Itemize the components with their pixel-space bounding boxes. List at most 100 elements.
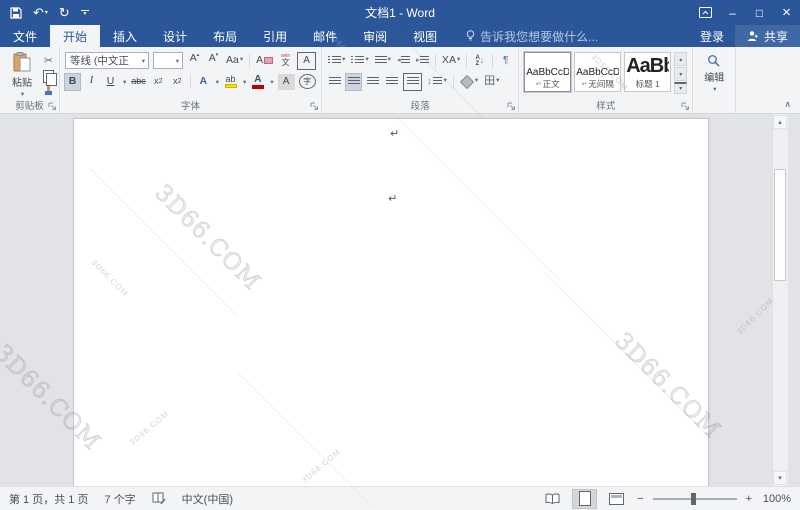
character-shading-button[interactable]: A	[278, 74, 295, 90]
bullets-button[interactable]: ▾	[327, 53, 346, 69]
enclose-characters-button[interactable]: 字	[299, 74, 316, 89]
decrease-indent-button[interactable]: ◂	[396, 53, 411, 69]
text-effects-button[interactable]: A	[196, 74, 211, 90]
minimize-button[interactable]: –	[719, 0, 746, 25]
font-color-button[interactable]: A	[250, 74, 265, 90]
proofing-status-button[interactable]	[152, 492, 166, 505]
format-painter-button[interactable]	[44, 86, 54, 96]
show-hide-marks-button[interactable]: ¶	[498, 53, 513, 69]
sort-button[interactable]: AZ↓	[472, 53, 487, 69]
subscript-button[interactable]: x2	[151, 74, 166, 90]
justify-button[interactable]	[384, 74, 399, 90]
undo-button[interactable]: ↶▾	[33, 6, 48, 19]
zoom-slider-thumb[interactable]	[691, 493, 696, 505]
grow-font-button[interactable]: A▴	[187, 53, 202, 69]
sign-in-button[interactable]: 登录	[689, 25, 735, 47]
page-indicator[interactable]: 第 1 页，共 1 页	[9, 491, 88, 507]
tab-file[interactable]: 文件	[0, 25, 50, 47]
clear-formatting-button[interactable]: A	[255, 53, 274, 69]
paste-button[interactable]: 粘贴 ▾	[5, 52, 39, 100]
collapse-ribbon-button[interactable]: ∧	[784, 99, 791, 110]
italic-button[interactable]: I	[84, 74, 99, 90]
shrink-font-button[interactable]: A▾	[206, 53, 221, 69]
lines-icon	[401, 56, 410, 65]
tab-layout[interactable]: 布局	[200, 25, 250, 47]
bold-button[interactable]: B	[65, 74, 80, 90]
style-label: 标题 1	[636, 78, 660, 90]
shading-button[interactable]: ▾	[459, 74, 479, 90]
line-spacing-button[interactable]: ↕▾	[426, 74, 448, 90]
lightbulb-icon	[466, 30, 475, 42]
styles-more-button[interactable]: ▾	[674, 82, 687, 94]
paste-dropdown-icon: ▾	[21, 90, 24, 98]
ribbon-display-options-button[interactable]	[692, 0, 719, 25]
text-effects-dropdown-icon[interactable]: ▾	[216, 78, 219, 86]
tellme-search[interactable]: 告诉我您想要做什么...	[450, 25, 598, 47]
paragraph-mark: ↵	[388, 192, 397, 205]
editing-button[interactable]: 编辑 ▾	[698, 52, 730, 100]
save-button[interactable]	[10, 7, 22, 19]
numbering-button[interactable]: ▾	[350, 53, 369, 69]
web-layout-button[interactable]	[605, 490, 628, 508]
maximize-button[interactable]: □	[746, 0, 773, 25]
zoom-in-button[interactable]: +	[746, 493, 752, 505]
zoom-percentage[interactable]: 100%	[761, 493, 791, 505]
borders-button[interactable]: 田▾	[483, 74, 500, 90]
font-color-dropdown-icon[interactable]: ▾	[270, 78, 273, 86]
scroll-down-button[interactable]: ▾	[773, 471, 787, 485]
read-mode-button[interactable]	[541, 490, 564, 508]
styles-dialog-launcher[interactable]	[681, 102, 690, 111]
phonetic-guide-button[interactable]: wén文	[278, 53, 293, 69]
style-heading-1[interactable]: AaBbCcDd 标题 1	[624, 52, 671, 92]
font-name-select[interactable]: 等线 (中文正▾	[65, 52, 149, 69]
styles-scroll-up-button[interactable]: ▴	[674, 52, 687, 66]
align-right-button[interactable]	[365, 74, 380, 90]
font-size-select[interactable]: ▾	[153, 52, 183, 69]
language-indicator[interactable]: 中文(中国)	[182, 491, 233, 507]
share-button[interactable]: 共享	[735, 25, 800, 47]
increase-indent-button[interactable]: ▸	[415, 53, 430, 69]
vertical-scrollbar[interactable]: ▴ ▾	[772, 114, 788, 486]
tab-view[interactable]: 视图	[400, 25, 450, 47]
tab-design[interactable]: 设计	[150, 25, 200, 47]
zoom-slider[interactable]	[653, 498, 737, 500]
scroll-up-button[interactable]: ▴	[773, 115, 787, 129]
align-center-button[interactable]	[346, 74, 361, 90]
highlight-dropdown-icon[interactable]: ▾	[243, 78, 246, 86]
style-normal[interactable]: AaBbCcDd ↵正文	[524, 52, 571, 92]
customize-qat-button[interactable]: ▾	[81, 10, 89, 16]
title-bar: ↶▾ ↻ ▾ 文档1 - Word – □ ×	[0, 0, 800, 25]
scrollbar-thumb[interactable]	[774, 169, 786, 281]
clipboard-dialog-launcher[interactable]	[48, 102, 57, 111]
word-count[interactable]: 7 个字	[104, 491, 135, 507]
font-row-2: B I U ▾ abc x2 x2 A ▾ ab ▾ A ▾ A 字	[65, 73, 316, 90]
copy-button[interactable]	[43, 70, 54, 83]
styles-scroll-down-button[interactable]: ▾	[674, 67, 687, 81]
underline-button[interactable]: U	[103, 74, 118, 90]
eraser-icon	[264, 57, 273, 64]
tab-insert[interactable]: 插入	[100, 25, 150, 47]
print-layout-button[interactable]	[573, 490, 596, 508]
font-dialog-launcher[interactable]	[310, 102, 319, 111]
redo-button[interactable]: ↻	[59, 6, 70, 19]
multilevel-list-button[interactable]: ▾	[374, 53, 392, 69]
tab-mailings[interactable]: 邮件	[300, 25, 350, 47]
text-highlight-button[interactable]: ab	[223, 74, 238, 90]
strikethrough-button[interactable]: abc	[130, 74, 147, 90]
superscript-button[interactable]: x2	[170, 74, 185, 90]
align-left-button[interactable]	[327, 74, 342, 90]
asian-layout-button[interactable]: XA▾	[441, 53, 461, 69]
document-page[interactable]: ↵ ↵	[73, 118, 709, 486]
tab-references[interactable]: 引用	[250, 25, 300, 47]
cut-button[interactable]: ✂	[44, 54, 53, 67]
style-no-spacing[interactable]: AaBbCcDd ↵无间隔	[574, 52, 621, 92]
change-case-button[interactable]: Aa▾	[225, 53, 244, 69]
underline-dropdown-icon[interactable]: ▾	[123, 78, 126, 86]
paragraph-dialog-launcher[interactable]	[507, 102, 516, 111]
zoom-out-button[interactable]: −	[637, 493, 643, 505]
close-button[interactable]: ×	[773, 0, 800, 25]
tab-home[interactable]: 开始	[50, 25, 100, 47]
character-border-button[interactable]: A	[297, 52, 316, 70]
distribute-button[interactable]	[403, 73, 422, 91]
tab-review[interactable]: 审阅	[350, 25, 400, 47]
